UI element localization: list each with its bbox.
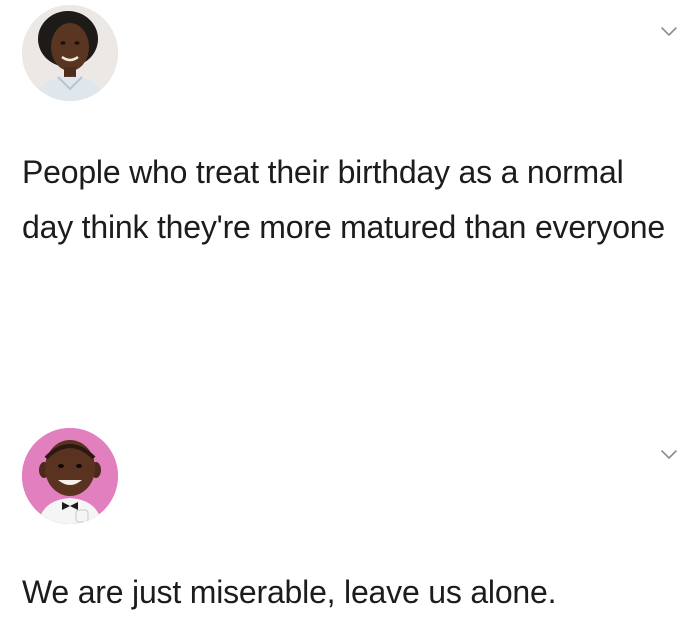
avatar[interactable] xyxy=(22,5,118,101)
chevron-down-icon[interactable] xyxy=(660,26,678,38)
tweet-2: We are just miserable, leave us alone. xyxy=(0,420,700,623)
tweet-text: People who treat their birthday as a nor… xyxy=(22,154,665,245)
bitmoji-avatar-icon xyxy=(22,428,118,524)
chevron-down-icon[interactable] xyxy=(660,449,678,461)
avatar[interactable] xyxy=(22,428,118,524)
tweet-text: We are just miserable, leave us alone. xyxy=(22,574,557,610)
tweet-1: People who treat their birthday as a nor… xyxy=(0,0,700,330)
profile-photo-icon xyxy=(22,5,118,101)
